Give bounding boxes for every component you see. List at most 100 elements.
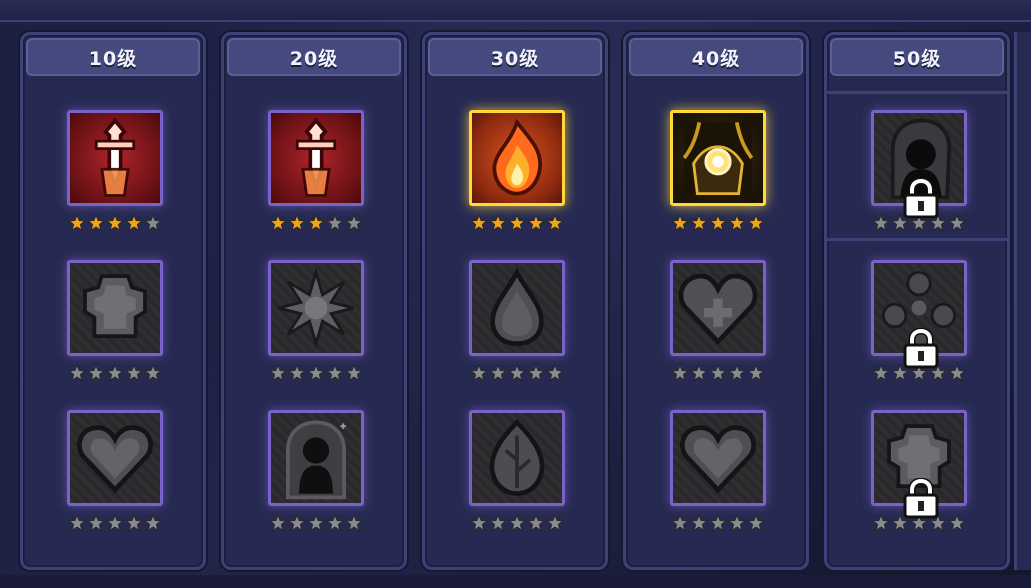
skill-slot[interactable] bbox=[626, 110, 806, 250]
star-rating bbox=[268, 514, 364, 532]
star-empty-icon bbox=[470, 514, 488, 532]
tier-header: 20级 bbox=[227, 38, 401, 76]
star-empty-icon bbox=[728, 364, 746, 382]
star-empty-icon bbox=[747, 514, 765, 532]
star-filled-icon bbox=[489, 214, 507, 232]
star-empty-icon bbox=[948, 514, 966, 532]
star-rating bbox=[67, 364, 163, 382]
star-filled-icon bbox=[747, 214, 765, 232]
star-empty-icon bbox=[470, 364, 488, 382]
star-empty-icon bbox=[288, 364, 306, 382]
star-empty-icon bbox=[690, 514, 708, 532]
star-empty-icon bbox=[307, 514, 325, 532]
tier-header: 40级 bbox=[629, 38, 803, 76]
star-rating bbox=[670, 364, 766, 382]
gear-icon bbox=[83, 274, 147, 338]
star-filled-icon bbox=[728, 214, 746, 232]
droplet-icon bbox=[490, 267, 544, 346]
skill-icon-button[interactable] bbox=[268, 260, 364, 356]
star-filled-icon bbox=[671, 214, 689, 232]
skill-icon-button[interactable] bbox=[67, 410, 163, 506]
skill-icon-button[interactable] bbox=[67, 260, 163, 356]
skill-slot[interactable] bbox=[626, 260, 806, 400]
star-filled-icon bbox=[527, 214, 545, 232]
star-empty-icon bbox=[68, 514, 86, 532]
star-empty-icon bbox=[546, 514, 564, 532]
star-empty-icon bbox=[948, 214, 966, 232]
star-empty-icon bbox=[671, 514, 689, 532]
star-empty-icon bbox=[345, 214, 363, 232]
tier-header: 50级 bbox=[830, 38, 1004, 76]
skill-slot[interactable] bbox=[425, 410, 605, 550]
bottom-bar bbox=[0, 575, 1031, 588]
skill-slot[interactable] bbox=[425, 260, 605, 400]
skill-icon-button[interactable] bbox=[67, 110, 163, 206]
star-filled-icon bbox=[307, 214, 325, 232]
star-filled-icon bbox=[125, 214, 143, 232]
divider bbox=[827, 91, 1007, 94]
star-filled-icon bbox=[68, 214, 86, 232]
skill-slot[interactable] bbox=[827, 260, 1007, 400]
star-empty-icon bbox=[747, 364, 765, 382]
skill-slot[interactable] bbox=[224, 260, 404, 400]
shadow-figure-icon bbox=[286, 420, 346, 500]
tier-column-10: 10级 bbox=[20, 32, 206, 570]
star-rating bbox=[469, 514, 565, 532]
star-filled-icon bbox=[106, 214, 124, 232]
skill-slot[interactable] bbox=[23, 110, 203, 250]
tier-header: 10级 bbox=[26, 38, 200, 76]
skill-slot[interactable] bbox=[827, 410, 1007, 550]
skill-slot[interactable] bbox=[23, 260, 203, 400]
skill-slot[interactable] bbox=[224, 410, 404, 550]
skill-icon-button[interactable] bbox=[469, 410, 565, 506]
skill-icon-button[interactable] bbox=[268, 410, 364, 506]
star-filled-icon bbox=[470, 214, 488, 232]
star-empty-icon bbox=[508, 514, 526, 532]
lock-icon bbox=[903, 478, 939, 519]
skill-slot[interactable] bbox=[425, 110, 605, 250]
talent-board: 10级 20级 30级 40级 50级 bbox=[0, 0, 1031, 588]
heart-icon bbox=[77, 425, 153, 494]
tier-column-40: 40级 bbox=[623, 32, 809, 570]
skill-icon-button[interactable] bbox=[268, 110, 364, 206]
star-filled-icon bbox=[709, 214, 727, 232]
skill-icon-button[interactable] bbox=[469, 110, 565, 206]
skill-slot[interactable] bbox=[827, 110, 1007, 250]
star-filled-icon bbox=[288, 214, 306, 232]
star-empty-icon bbox=[326, 364, 344, 382]
star-empty-icon bbox=[144, 364, 162, 382]
star-empty-icon bbox=[508, 364, 526, 382]
star-empty-icon bbox=[489, 514, 507, 532]
star-empty-icon bbox=[326, 514, 344, 532]
crystal-sword-icon bbox=[94, 117, 136, 197]
skill-icon-button[interactable] bbox=[670, 260, 766, 356]
star-empty-icon bbox=[709, 514, 727, 532]
skill-slot[interactable] bbox=[626, 410, 806, 550]
top-bar bbox=[0, 0, 1031, 22]
star-empty-icon bbox=[709, 364, 727, 382]
lock-icon bbox=[903, 328, 939, 369]
star-empty-icon bbox=[87, 514, 105, 532]
heart-plus-icon bbox=[678, 273, 758, 346]
skill-slot[interactable] bbox=[23, 410, 203, 550]
star-empty-icon bbox=[68, 364, 86, 382]
star-empty-icon bbox=[326, 214, 344, 232]
star-rating bbox=[670, 514, 766, 532]
heart-icon bbox=[680, 425, 756, 494]
dark-orb-icon bbox=[682, 122, 754, 196]
star-empty-icon bbox=[728, 514, 746, 532]
star-empty-icon bbox=[345, 514, 363, 532]
skill-icon-button[interactable] bbox=[670, 110, 766, 206]
star-empty-icon bbox=[106, 364, 124, 382]
skill-slot[interactable] bbox=[224, 110, 404, 250]
skill-icon-button[interactable] bbox=[469, 260, 565, 356]
star-rating bbox=[469, 214, 565, 232]
tier-column-30: 30级 bbox=[422, 32, 608, 570]
tier-column-20: 20级 bbox=[221, 32, 407, 570]
skill-icon-button[interactable] bbox=[670, 410, 766, 506]
star-empty-icon bbox=[872, 214, 890, 232]
star-empty-icon bbox=[288, 514, 306, 532]
star-empty-icon bbox=[87, 364, 105, 382]
star-empty-icon bbox=[345, 364, 363, 382]
star-empty-icon bbox=[489, 364, 507, 382]
